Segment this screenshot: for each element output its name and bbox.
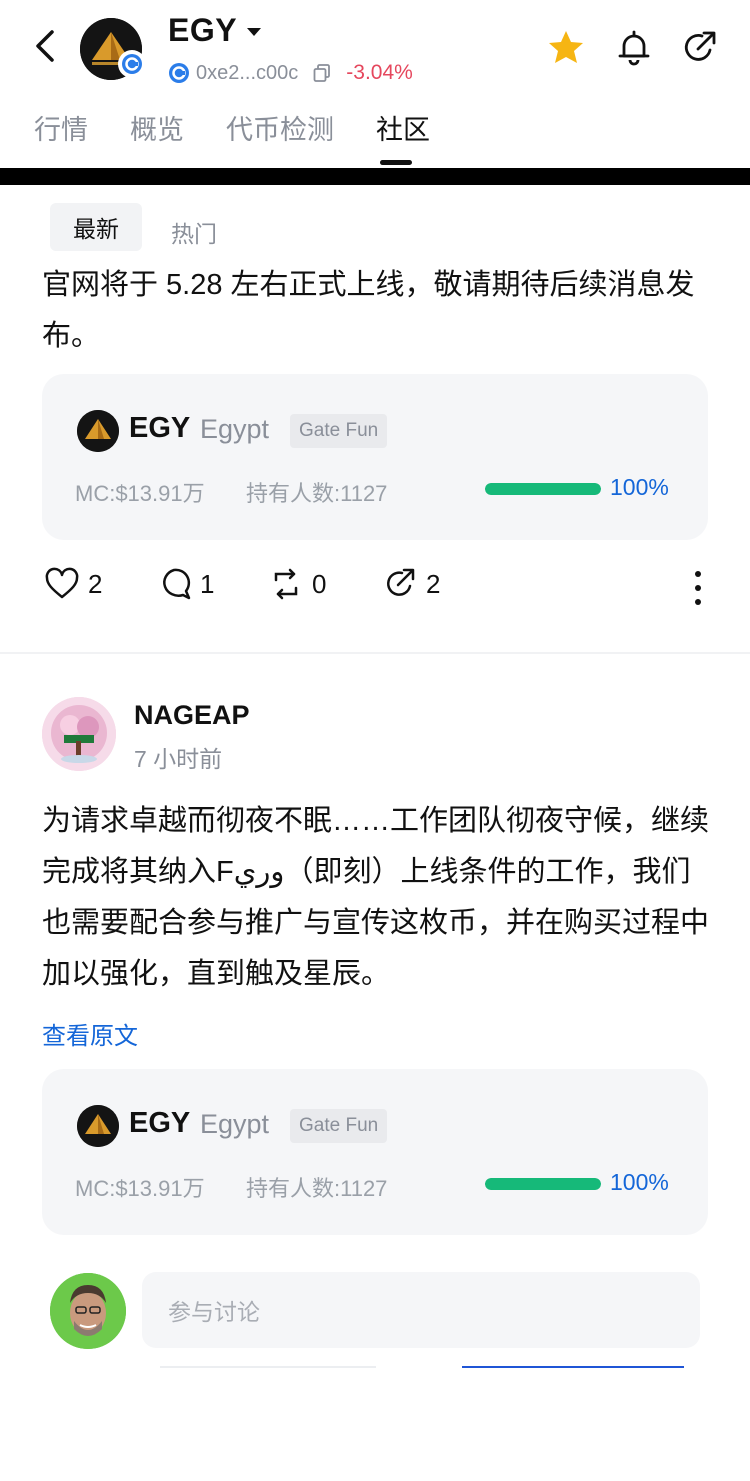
view-original-link[interactable]: 查看原文 <box>42 1016 138 1051</box>
comment-input[interactable]: 参与讨论 <box>142 1272 700 1348</box>
tab-overview[interactable]: 概览 <box>130 108 184 147</box>
copy-icon[interactable] <box>312 63 332 83</box>
share-icon[interactable] <box>680 28 720 68</box>
comment-count: 1 <box>200 568 215 599</box>
repost-count: 0 <box>312 568 327 599</box>
card-name: Egypt <box>200 1109 270 1139</box>
share-icon <box>387 568 415 596</box>
address-row: 0xe2...c00c -3.04% <box>168 60 413 86</box>
star-icon[interactable] <box>546 28 586 68</box>
tab-community[interactable]: 社区 <box>376 108 430 147</box>
sort-latest-button[interactable]: 最新 <box>50 203 142 251</box>
post-actions: 2 1 0 2 <box>44 566 714 612</box>
post-divider <box>0 652 750 654</box>
token-logo <box>77 1105 119 1147</box>
repost-icon <box>274 568 298 600</box>
heart-icon <box>45 567 79 599</box>
progress-bar <box>485 1178 601 1190</box>
like-button[interactable]: 2 <box>44 566 102 602</box>
bottom-edge-line <box>160 1366 376 1368</box>
token-header: EGY 0xe2...c00c -3.04% 行情 概览 代币检测 社区 <box>0 0 750 170</box>
chevron-down-icon[interactable] <box>246 26 262 38</box>
comment-icon <box>163 568 191 600</box>
token-card[interactable]: EGY Egypt Gate Fun MC:$13.91万 持有人数:1127 … <box>42 1069 708 1235</box>
post-text: 官网将于 5.28 左右正式上线，敬请期待后续消息发布。 <box>42 269 695 352</box>
share-count: 2 <box>426 568 441 599</box>
token-title[interactable]: EGY <box>168 12 237 49</box>
chain-badge-icon <box>118 50 146 78</box>
card-tag: Gate Fun <box>290 414 388 448</box>
back-arrow-icon[interactable] <box>28 26 64 66</box>
username[interactable]: NAGEAP <box>134 700 250 731</box>
progress-fill <box>485 483 601 495</box>
tab-token-check[interactable]: 代币检测 <box>226 108 334 147</box>
card-name: Egypt <box>200 414 270 444</box>
card-market-cap: MC:$13.91万 <box>75 1176 205 1201</box>
sort-hot-button[interactable]: 热门 <box>171 215 217 249</box>
divider-bar <box>0 168 750 185</box>
progress-label: 100% <box>610 1169 669 1195</box>
progress-bar <box>485 483 601 495</box>
progress-fill <box>485 1178 601 1190</box>
card-tag: Gate Fun <box>290 1109 388 1143</box>
card-symbol: EGY <box>129 1107 191 1139</box>
bottom-edge-line-accent <box>462 1366 684 1368</box>
token-logo <box>77 410 119 452</box>
bell-icon[interactable] <box>614 28 654 68</box>
token-card[interactable]: EGY Egypt Gate Fun MC:$13.91万 持有人数:1127 … <box>42 374 708 540</box>
active-tab-indicator <box>380 160 412 165</box>
progress-label: 100% <box>610 474 669 500</box>
repost-button[interactable]: 0 <box>268 566 326 602</box>
card-holders: 持有人数:1127 <box>246 1176 388 1201</box>
tab-bar: 行情 概览 代币检测 社区 <box>34 108 430 147</box>
post-text: 为请求卓越而彻夜不眠……工作团队彻夜守候，继续完成将其纳入Fوري（即刻）上线条… <box>42 805 710 990</box>
more-icon[interactable] <box>692 568 704 608</box>
card-market-cap: MC:$13.91万 <box>75 481 205 506</box>
user-avatar[interactable] <box>50 1273 126 1349</box>
avatar[interactable] <box>42 697 116 771</box>
contract-address: 0xe2...c00c <box>196 61 299 84</box>
chain-icon <box>169 63 189 83</box>
share-post-button[interactable]: 2 <box>382 566 440 602</box>
post-time: 7 小时前 <box>134 746 223 772</box>
price-change: -3.04% <box>346 61 413 84</box>
card-symbol: EGY <box>129 412 191 444</box>
card-holders: 持有人数:1127 <box>246 481 388 506</box>
comment-button[interactable]: 1 <box>156 566 214 602</box>
like-count: 2 <box>88 568 103 599</box>
tab-market[interactable]: 行情 <box>34 108 88 147</box>
